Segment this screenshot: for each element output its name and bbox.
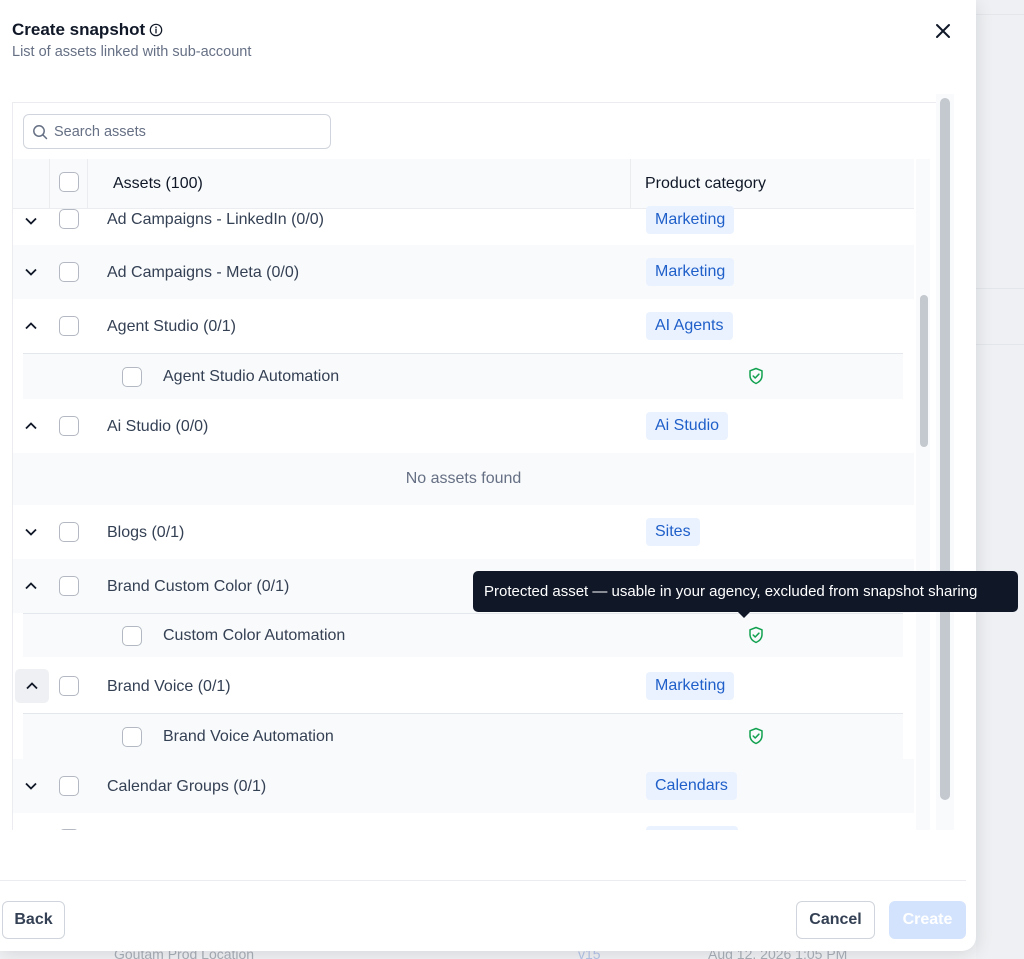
tooltip-arrow: [738, 612, 750, 618]
child-checkbox[interactable]: [122, 367, 142, 387]
child-label: Agent Studio Automation: [163, 368, 340, 385]
collapse-button[interactable]: [19, 414, 43, 438]
select-all-checkbox[interactable]: [59, 172, 79, 192]
row-label: Brand Voice (0/1): [107, 678, 231, 695]
table-row[interactable]: Calendar Groups (0/1) Calendars: [13, 759, 914, 813]
background-divider: [976, 344, 1024, 345]
table-row[interactable]: Ad Campaigns - Meta (0/0) Marketing: [13, 245, 914, 299]
collapse-button[interactable]: [19, 574, 43, 598]
chevron-down-icon: [25, 217, 37, 225]
expand-button[interactable]: [19, 209, 43, 233]
header-divider: [630, 159, 631, 209]
expand-button[interactable]: [19, 520, 43, 544]
header-assets: Assets (100): [113, 175, 203, 192]
child-label: Brand Voice Automation: [163, 728, 334, 745]
row-checkbox[interactable]: [59, 576, 79, 596]
child-row[interactable]: Brand Voice Automation: [23, 713, 903, 759]
empty-state-text: No assets found: [405, 470, 522, 487]
category-badge: Marketing: [646, 672, 735, 700]
modal-title: Create snapshot: [12, 20, 163, 40]
background-divider: [976, 14, 1024, 15]
cancel-button[interactable]: Cancel: [796, 901, 875, 939]
shield-check-icon[interactable]: [747, 367, 765, 385]
search-box: [23, 114, 331, 149]
chevron-down-icon: [25, 268, 37, 276]
search-input[interactable]: [54, 123, 314, 140]
child-checkbox[interactable]: [122, 727, 142, 747]
row-checkbox[interactable]: [59, 829, 79, 830]
empty-state-row: No assets found: [13, 453, 914, 505]
protected-asset-tooltip: Protected asset — usable in your agency,…: [473, 571, 1018, 612]
expand-button[interactable]: [19, 774, 43, 798]
create-snapshot-modal: Create snapshot List of assets linked wi…: [0, 0, 1018, 951]
row-label: Calendar Groups (0/1): [107, 778, 267, 795]
modal-title-text: Create snapshot: [12, 20, 146, 39]
child-row[interactable]: Agent Studio Automation: [23, 353, 903, 399]
row-checkbox[interactable]: [59, 416, 79, 436]
chevron-up-icon: [25, 422, 37, 430]
header-divider: [49, 159, 50, 209]
chevron-up-icon: [25, 582, 37, 590]
category-badge: Calendars: [646, 772, 737, 800]
chevron-up-icon: [26, 682, 38, 690]
assets-table: Assets (100) Product category Ad Campaig…: [12, 102, 936, 830]
row-checkbox[interactable]: [59, 316, 79, 336]
child-label: Custom Color Automation: [163, 627, 346, 644]
table-row[interactable]: Ai Studio (0/0) Ai Studio: [13, 399, 914, 453]
row-label: Agent Studio (0/1): [107, 318, 236, 335]
table-row[interactable]: Agent Studio (0/1) AI Agents: [13, 299, 914, 353]
row-label: Blogs (0/1): [107, 524, 185, 541]
modal-subtitle: List of assets linked with sub-account: [12, 44, 252, 60]
row-checkbox[interactable]: [59, 776, 79, 796]
child-checkbox[interactable]: [122, 626, 142, 646]
close-icon: [936, 24, 950, 38]
header-product-category: Product category: [645, 175, 766, 192]
row-label: Ai Studio (0/0): [107, 418, 209, 435]
create-button[interactable]: Create: [889, 901, 966, 939]
footer-divider: [0, 880, 966, 881]
table-row[interactable]: [13, 813, 914, 830]
table-row[interactable]: Blogs (0/1) Sites: [13, 505, 914, 559]
inner-scrollbar-track: [916, 159, 930, 830]
collapse-button[interactable]: [19, 314, 43, 338]
info-icon[interactable]: [149, 23, 163, 37]
expand-button[interactable]: [19, 260, 43, 284]
row-label: Brand Custom Color (0/1): [107, 578, 290, 595]
category-badge: Sites: [646, 518, 700, 546]
close-button[interactable]: [930, 18, 956, 44]
chevron-up-icon: [25, 322, 37, 330]
table-header: Assets (100) Product category: [13, 159, 914, 209]
row-checkbox[interactable]: [59, 262, 79, 282]
inner-scrollbar-thumb[interactable]: [920, 295, 928, 447]
outer-scrollbar-thumb[interactable]: [940, 98, 950, 800]
row-label: Ad Campaigns - LinkedIn (0/0): [107, 211, 324, 228]
row-label: Ad Campaigns - Meta (0/0): [107, 264, 300, 281]
background-strip: [976, 0, 1024, 959]
child-row[interactable]: Custom Color Automation: [23, 613, 903, 657]
row-checkbox[interactable]: [59, 522, 79, 542]
category-badge: [646, 826, 738, 830]
search-icon: [33, 124, 48, 139]
collapse-button[interactable]: [15, 669, 49, 703]
category-badge: AI Agents: [646, 312, 733, 340]
category-badge: Ai Studio: [646, 412, 729, 440]
row-checkbox[interactable]: [59, 209, 79, 229]
chevron-down-icon: [25, 782, 37, 790]
table-row[interactable]: Brand Voice (0/1) Marketing: [13, 659, 914, 713]
header-divider: [87, 159, 88, 209]
table-row[interactable]: Ad Campaigns - LinkedIn (0/0) Marketing: [13, 206, 914, 245]
chevron-down-icon: [25, 528, 37, 536]
shield-check-icon[interactable]: [747, 626, 765, 644]
back-button[interactable]: Back: [2, 901, 65, 939]
row-checkbox[interactable]: [59, 676, 79, 696]
shield-check-icon[interactable]: [747, 727, 765, 745]
category-badge: Marketing: [646, 258, 735, 286]
background-divider: [976, 288, 1024, 289]
category-badge: Marketing: [646, 206, 735, 234]
